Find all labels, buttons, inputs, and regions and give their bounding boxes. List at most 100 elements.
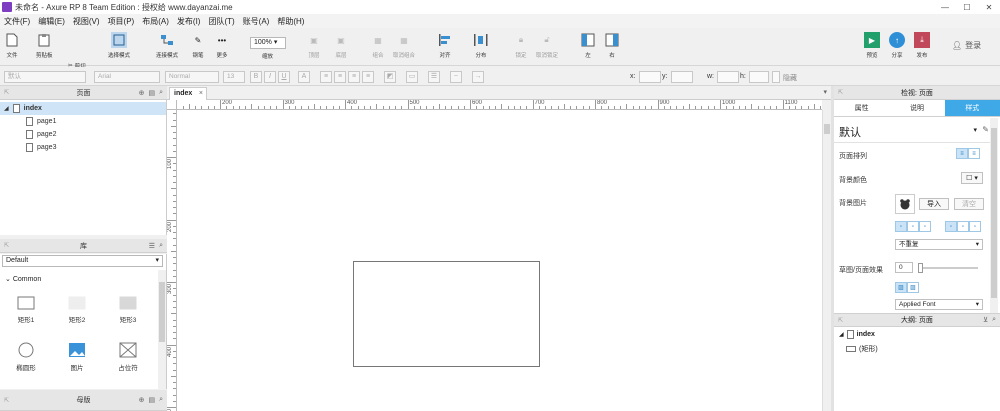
sketch-color-button[interactable]: ▨ xyxy=(895,282,907,293)
zoom-select[interactable]: 100% ▾ xyxy=(250,37,286,49)
menu-help[interactable]: 帮助(H) xyxy=(273,16,308,27)
align-left-page-button[interactable]: ≡ xyxy=(956,148,968,159)
unlock-button[interactable]: 🔓︎ 取消锁定 xyxy=(536,32,558,59)
add-folder-icon[interactable]: ▤ xyxy=(148,89,155,97)
repeat-select[interactable]: 不重复 ▾ xyxy=(895,239,983,250)
file-button[interactable]: 文件 xyxy=(4,32,20,59)
rectangle-widget[interactable] xyxy=(353,261,540,367)
search-icon[interactable]: ⌕ xyxy=(992,316,996,324)
page-item-index[interactable]: ◢ index xyxy=(0,102,166,115)
image-align-right-button[interactable]: ▫ xyxy=(919,221,931,232)
align-right-button[interactable]: ≡ xyxy=(362,71,374,83)
login-button[interactable]: 👤︎ 登录 xyxy=(952,40,981,51)
align-left-button[interactable]: ≡ xyxy=(334,71,346,83)
tab-list-icon[interactable]: ▾ xyxy=(823,88,827,96)
close-button[interactable]: ✕ xyxy=(978,0,1000,14)
image-align-left-button[interactable]: ▫ xyxy=(895,221,907,232)
import-image-button[interactable]: 导入 xyxy=(919,198,949,210)
tab-index[interactable]: index × xyxy=(169,87,207,100)
pen-button[interactable]: ✎ 钢笔 xyxy=(190,32,206,60)
outline-item-rectangle[interactable]: (矩形) xyxy=(846,344,878,354)
y-input[interactable] xyxy=(671,71,693,83)
italic-button[interactable]: I xyxy=(264,71,276,83)
library-scrollbar[interactable] xyxy=(158,270,166,389)
page-item-page1[interactable]: page1 xyxy=(0,115,166,128)
add-page-icon[interactable]: ⊕ xyxy=(139,89,145,97)
image-align-middle-button[interactable]: ▫ xyxy=(957,221,969,232)
align-button[interactable]: 对齐 xyxy=(437,32,453,59)
align-center-button[interactable]: ≡ xyxy=(348,71,360,83)
w-input[interactable] xyxy=(717,71,739,83)
x-input[interactable] xyxy=(639,71,661,83)
text-color-button[interactable]: A xyxy=(298,71,310,83)
sketch-value-input[interactable]: 0 xyxy=(895,262,913,273)
left-panel-toggle[interactable]: 左 xyxy=(580,32,596,59)
menu-publish[interactable]: 发布(I) xyxy=(173,16,205,27)
filter-icon[interactable]: ⊻ xyxy=(983,316,988,324)
border-style-button[interactable]: ┈ xyxy=(450,71,462,83)
share-button[interactable]: ↑ 分享 xyxy=(889,32,905,59)
font-weight-select[interactable]: Normal xyxy=(165,71,219,83)
outline-item-index[interactable]: ◢ index xyxy=(839,330,875,339)
pin-icon[interactable]: ⇱ xyxy=(838,89,843,96)
send-to-bottom-button[interactable]: ▣ 底层 xyxy=(333,32,349,60)
design-canvas[interactable] xyxy=(177,110,822,411)
image-align-bottom-button[interactable]: ▫ xyxy=(969,221,981,232)
inspector-scrollbar[interactable] xyxy=(990,118,998,314)
widget-rectangle3[interactable]: 矩形3 xyxy=(108,296,148,324)
minimize-button[interactable]: — xyxy=(934,0,956,14)
menu-edit[interactable]: 编辑(E) xyxy=(34,16,69,27)
bold-button[interactable]: B xyxy=(250,71,262,83)
border-color-button[interactable]: ▭ xyxy=(406,71,418,83)
group-button[interactable]: ▦ 组合 xyxy=(370,32,386,60)
background-color-picker[interactable]: ☐ ▾ xyxy=(961,172,983,184)
tab-notes[interactable]: 说明 xyxy=(889,100,944,116)
menu-icon[interactable]: ☰ xyxy=(149,242,155,250)
close-tab-icon[interactable]: × xyxy=(199,88,203,100)
canvas-vertical-scrollbar[interactable] xyxy=(822,110,831,411)
search-icon[interactable]: ⌕ xyxy=(159,396,163,404)
collapse-icon[interactable]: ◢ xyxy=(839,331,844,338)
sketch-gray-button[interactable]: ▨ xyxy=(907,282,919,293)
widget-placeholder[interactable]: 占位符 xyxy=(108,342,148,372)
menu-account[interactable]: 账号(A) xyxy=(239,16,274,27)
menu-team[interactable]: 团队(T) xyxy=(204,16,238,27)
widget-rectangle2[interactable]: 矩形2 xyxy=(57,296,97,324)
library-select[interactable]: Default ▾ xyxy=(2,255,163,267)
page-item-page2[interactable]: page2 xyxy=(0,128,166,141)
bring-to-top-button[interactable]: ▣ 顶层 xyxy=(306,32,322,60)
font-family-select[interactable]: Arial xyxy=(94,71,160,83)
distribute-button[interactable]: 分布 xyxy=(473,32,489,59)
widget-ellipse[interactable]: 椭圆形 xyxy=(6,342,46,372)
scroll-thumb[interactable] xyxy=(991,128,997,298)
paste-button[interactable]: 剪贴板 xyxy=(36,32,53,59)
h-input[interactable] xyxy=(749,71,769,83)
background-image-thumbnail[interactable] xyxy=(895,194,915,214)
pin-icon[interactable]: ⇱ xyxy=(838,317,843,324)
align-center-page-button[interactable]: ≡ xyxy=(968,148,980,159)
select-mode-button[interactable]: 选择模式 xyxy=(108,32,130,59)
pin-icon[interactable]: ⇱ xyxy=(4,89,9,96)
font-select[interactable]: Applied Font ▾ xyxy=(895,299,983,310)
pin-icon[interactable]: ⇱ xyxy=(4,242,9,249)
list-button[interactable]: ≡ xyxy=(320,71,332,83)
hidden-checkbox[interactable] xyxy=(772,71,780,83)
scroll-thumb[interactable] xyxy=(824,124,830,134)
ungroup-button[interactable]: ▦ 取消组合 xyxy=(393,32,415,60)
connect-mode-button[interactable]: 连接模式 xyxy=(156,32,178,59)
search-icon[interactable]: ⌕ xyxy=(159,242,163,250)
widget-rectangle1[interactable]: 矩形1 xyxy=(6,296,46,324)
arrow-style-button[interactable]: → xyxy=(472,71,484,83)
lock-button[interactable]: 🔒︎ 锁定 xyxy=(513,32,529,59)
image-align-center-button[interactable]: ▫ xyxy=(907,221,919,232)
sketch-slider[interactable] xyxy=(918,263,978,273)
pin-icon[interactable]: ⇱ xyxy=(4,397,9,404)
menu-view[interactable]: 视图(V) xyxy=(69,16,104,27)
page-item-page3[interactable]: page3 xyxy=(0,141,166,154)
style-select[interactable]: 默认 xyxy=(4,71,86,83)
image-align-top-button[interactable]: ▫ xyxy=(945,221,957,232)
menu-arrange[interactable]: 布局(A) xyxy=(138,16,173,27)
maximize-button[interactable]: ☐ xyxy=(956,0,978,14)
widget-image[interactable]: 图片 xyxy=(57,342,97,372)
tab-properties[interactable]: 属性 xyxy=(834,100,889,116)
